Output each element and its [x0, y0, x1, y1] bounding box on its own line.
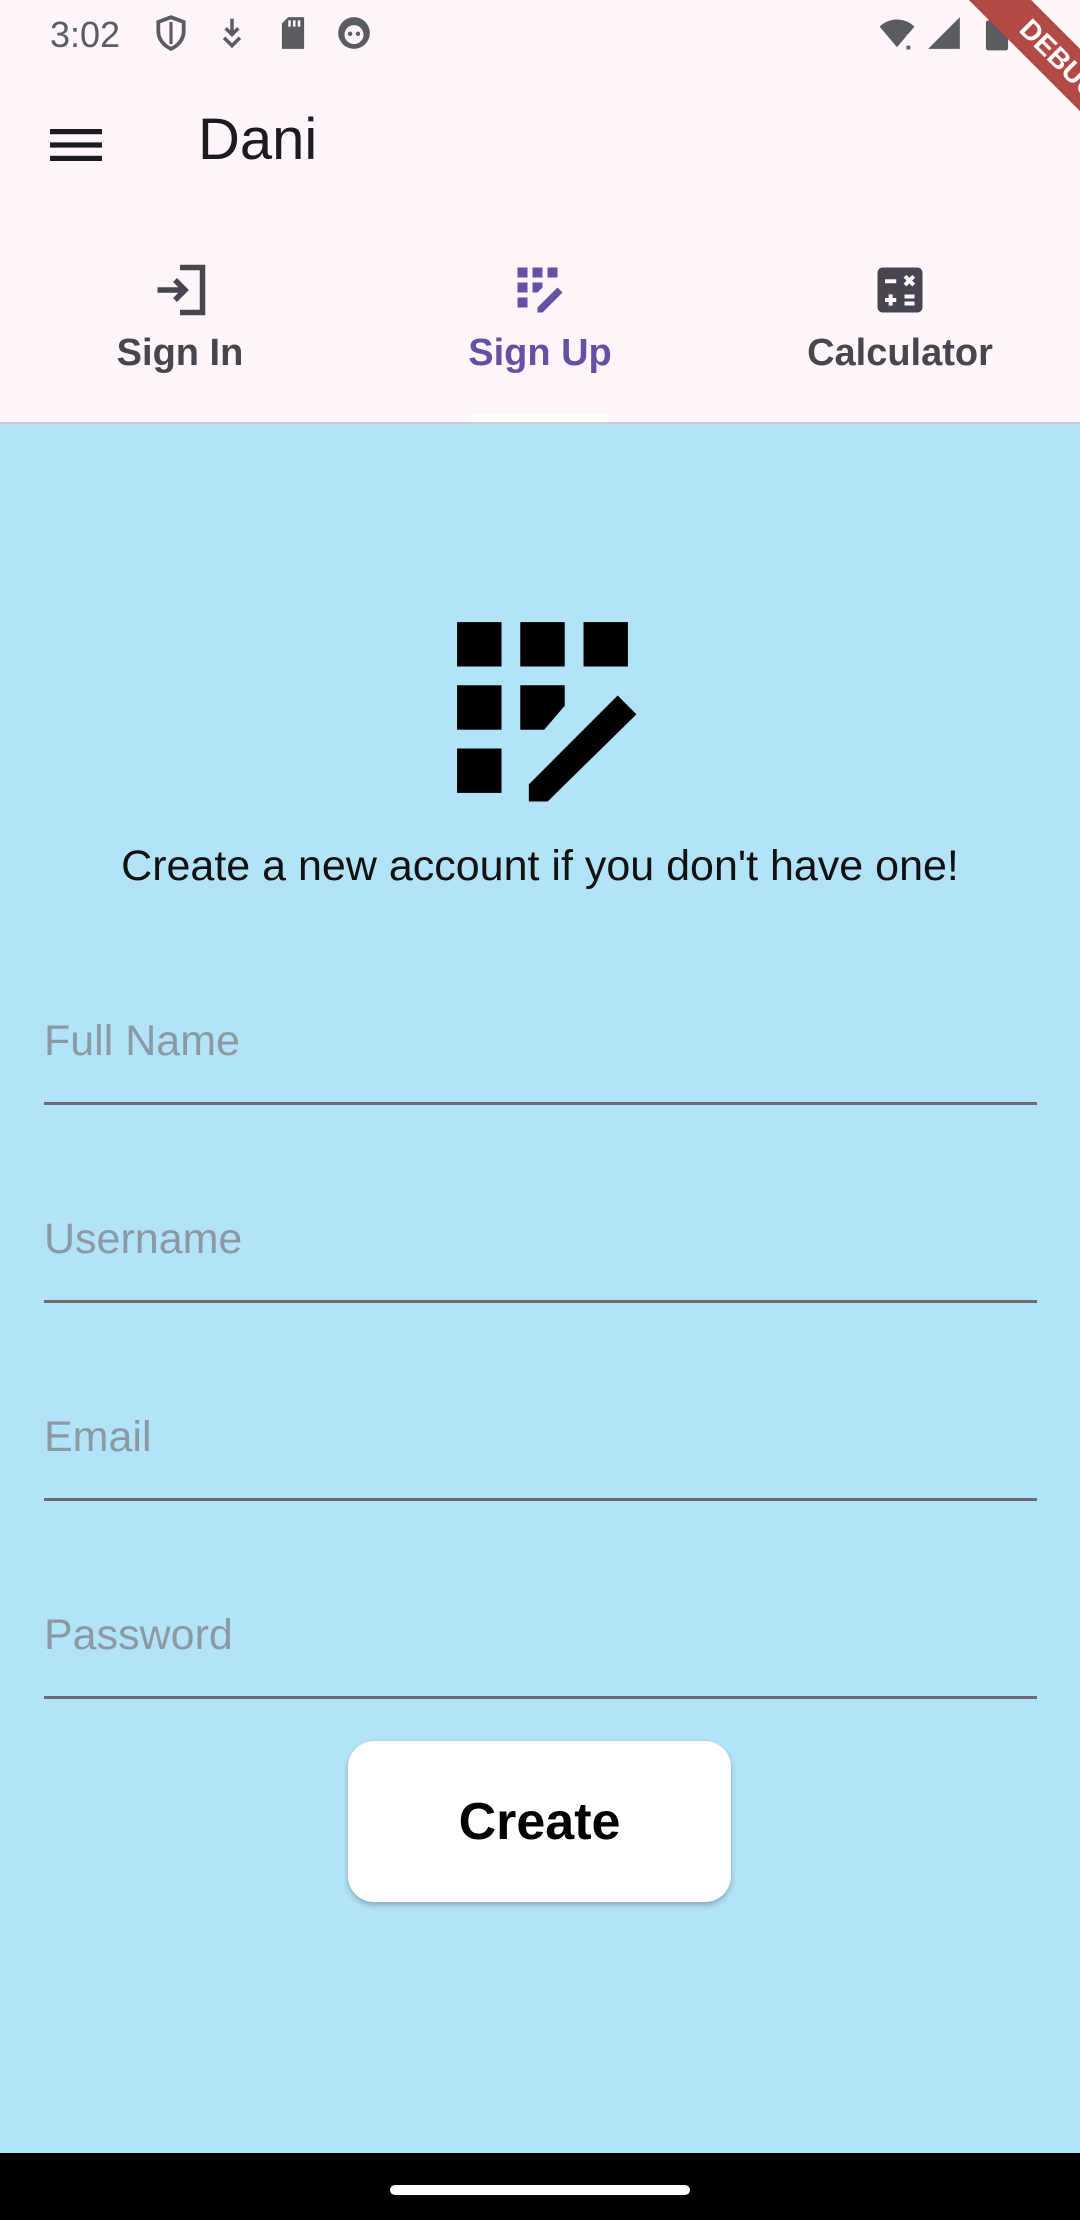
tab-sign-in[interactable]: Sign In [0, 222, 360, 422]
tab-calculator[interactable]: Calculator [720, 222, 1080, 422]
tab-label: Sign In [116, 332, 244, 374]
full-name-field[interactable] [44, 992, 1037, 1105]
password-input[interactable] [44, 1611, 1037, 1660]
tab-sign-up[interactable]: Sign Up [360, 222, 720, 422]
signal-icon [928, 17, 960, 49]
password-field[interactable] [44, 1586, 1037, 1699]
tab-bar: Sign In Sign Up Calculator [0, 222, 1080, 424]
shield-icon [156, 15, 186, 51]
login-icon [157, 264, 206, 316]
wifi-icon [879, 19, 915, 50]
battery-icon [985, 17, 1009, 51]
page-title: Dani [198, 107, 318, 172]
calculator-icon [877, 267, 923, 313]
create-button[interactable]: Create [348, 1741, 731, 1902]
email-input[interactable] [44, 1413, 1037, 1462]
status-bar: 3:02 [0, 0, 1080, 66]
menu-icon [50, 129, 102, 161]
username-field[interactable] [44, 1190, 1037, 1303]
tab-indicator [472, 414, 608, 422]
app-registration-icon [517, 267, 563, 313]
download-icon [222, 18, 242, 49]
robot-icon [338, 17, 370, 49]
signup-subtitle: Create a new account if you don't have o… [121, 842, 959, 890]
tab-label: Sign Up [468, 332, 612, 374]
username-input[interactable] [44, 1215, 1037, 1264]
status-time: 3:02 [50, 14, 121, 55]
full-name-input[interactable] [44, 1017, 1037, 1066]
home-handle[interactable] [390, 2185, 690, 2195]
app-registration-icon [457, 622, 637, 802]
menu-button[interactable] [38, 107, 114, 183]
tab-label: Calculator [807, 332, 993, 374]
system-nav-bar [0, 2153, 1080, 2220]
sd-card-icon [281, 17, 305, 49]
email-field[interactable] [44, 1388, 1037, 1501]
app-bar: Dani [0, 66, 1080, 222]
